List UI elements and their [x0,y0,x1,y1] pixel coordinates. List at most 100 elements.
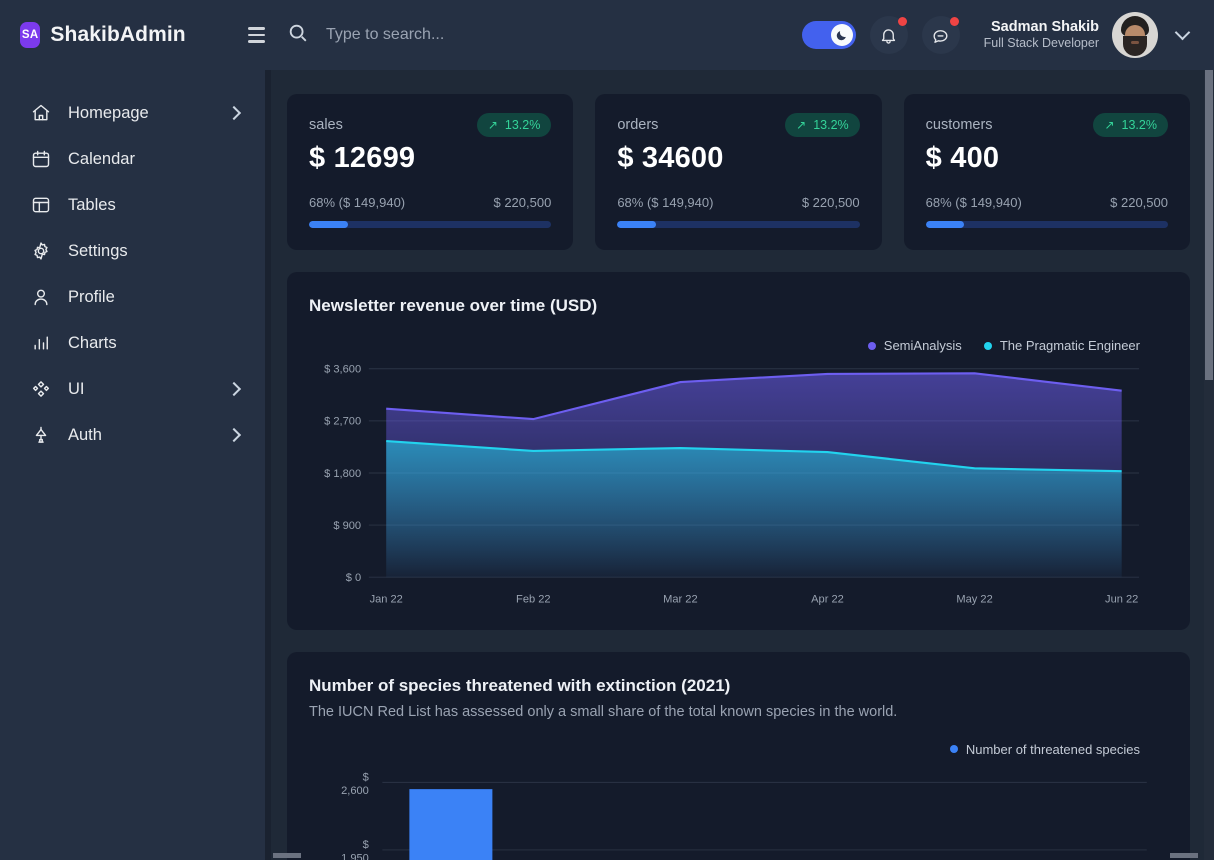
legend-item-pragmatic-engineer[interactable]: The Pragmatic Engineer [983,338,1140,353]
hamburger-menu-icon[interactable] [247,27,265,43]
species-chart-title: Number of species threatened with extinc… [309,675,731,695]
stat-sub-right: $ 220,500 [1110,195,1168,210]
species-chart-subtitle: The IUCN Red List has assessed only a sm… [309,703,898,720]
sidebar-item-homepage[interactable]: Homepage [0,90,265,136]
stat-label: sales [309,117,343,133]
sidebar-item-profile[interactable]: Profile [0,274,265,320]
notification-dot-badge [897,17,907,26]
notifications-button[interactable] [869,16,908,54]
stat-subline: 68% ($ 149,940) $ 220,500 [309,195,551,210]
svg-text:$ 1,800: $ 1,800 [324,468,361,480]
chevron-right-icon [226,381,242,397]
stat-card-orders: orders ↗ 13.2% $ 34600 68% ($ 149,940) $… [595,94,882,250]
svg-text:$: $ [363,771,369,783]
sidebar-item-calendar[interactable]: Calendar [0,136,265,182]
svg-text:Jan 22: Jan 22 [370,593,403,605]
svg-text:Feb 22: Feb 22 [516,593,551,605]
sidebar-item-tables[interactable]: Tables [0,182,265,228]
svg-text:2,600: 2,600 [341,785,369,797]
sidebar-item-ui[interactable]: UI [0,366,265,412]
stat-sub-right: $ 220,500 [801,195,860,210]
stat-card-header: orders ↗ 13.2% [617,113,860,137]
user-icon [30,286,52,308]
svg-text:Jun 22: Jun 22 [1105,593,1138,605]
stat-sub-left: 68% ($ 149,940) [309,195,406,210]
stat-card-header: customers ↗ 13.2% [926,113,1168,137]
svg-text:$ 2,700: $ 2,700 [324,416,361,428]
sidebar-item-label: Settings [68,241,128,260]
stat-sub-left: 68% ($ 149,940) [617,195,714,210]
stat-label: customers [925,117,993,133]
avatar[interactable] [1112,12,1158,58]
sidebar-item-settings[interactable]: Settings [0,228,265,274]
stat-badge-value: 13.2% [1121,118,1157,132]
legend-label: The Pragmatic Engineer [999,338,1140,353]
stat-badge-value: 13.2% [813,118,849,132]
page-title: Newsletter revenue over time (USD) [309,296,598,315]
trend-up-icon: ↗ [1104,118,1115,132]
progress-bar [309,221,552,228]
stat-sub-right: $ 220,500 [493,195,552,210]
sidebar: SA ShakibAdmin Homepage Calendar Tables … [0,0,265,860]
scrollbar-thumb[interactable] [1205,70,1213,380]
progress-bar-fill [925,221,965,228]
area-chart-svg: $ 0 $ 900 $ 1,800 $ 2,700 $ 3,600 Jan 22 Feb 2… [324,364,1140,605]
search-bar[interactable] [287,22,788,49]
content-left-edge [265,70,271,860]
stat-subline: 68% ($ 149,940) $ 220,500 [617,195,859,210]
chevron-right-icon [226,427,242,443]
sidebar-item-label: UI [68,379,85,398]
horizontal-scrollbar-left[interactable] [273,853,301,858]
messages-button[interactable] [921,16,960,54]
stat-subline: 68% ($ 149,940) $ 220,500 [926,195,1168,210]
user-info: Sadman Shakib Full Stack Developer [984,18,1099,52]
progress-bar-fill [617,221,657,228]
theme-toggle[interactable] [801,21,856,49]
chevron-down-icon[interactable] [1174,24,1191,41]
content-scroll-area: sales ↗ 13.2% $ 12699 68% ($ 149,940) $ … [265,70,1214,860]
gear-icon [30,240,52,262]
svg-text:$ 3,600: $ 3,600 [324,364,361,376]
vertical-scrollbar[interactable] [1204,70,1214,860]
legend-item-threatened-species[interactable]: Number of threatened species [949,742,1140,757]
horizontal-scrollbar-right[interactable] [1170,853,1198,858]
lamp-icon [30,424,52,446]
sidebar-item-label: Tables [68,195,116,214]
table-icon [30,194,52,216]
calendar-icon [30,148,52,170]
legend-item-semianalysis[interactable]: SemiAnalysis [867,338,962,353]
diamonds-icon [30,378,52,400]
sidebar-item-label: Auth [68,425,102,444]
stat-sub-left: 68% ($ 149,940) [925,195,1022,210]
status-badge: ↗ 13.2% [1093,113,1168,137]
svg-text:Mar 22: Mar 22 [663,593,697,605]
search-icon [287,22,309,49]
stat-badge-value: 13.2% [504,118,541,132]
legend-dot [867,341,876,350]
sidebar-item-charts[interactable]: Charts [0,320,265,366]
area-chart[interactable]: $ 0 $ 900 $ 1,800 $ 2,700 $ 3,600 Jan 22 Feb 2… [309,361,1168,612]
legend-label: SemiAnalysis [883,338,962,353]
legend-dot [983,341,992,350]
svg-text:May 22: May 22 [956,593,992,605]
trend-up-icon: ↗ [487,118,498,132]
brand[interactable]: SA ShakibAdmin [0,0,265,70]
user-menu[interactable]: Sadman Shakib Full Stack Developer [984,12,1191,58]
search-input[interactable] [326,26,666,44]
bar-chart-legend: Number of threatened species [309,742,1168,757]
sidebar-item-label: Charts [68,333,117,352]
status-badge: ↗ 13.2% [476,113,552,137]
bar-chart[interactable]: $2,600 $1,950 [309,765,1168,860]
sidebar-item-auth[interactable]: Auth [0,412,265,458]
svg-text:$: $ [363,839,369,851]
revenue-chart-panel: Newsletter revenue over time (USD) SemiA… [287,272,1190,630]
sidebar-item-label: Calendar [68,149,135,168]
progress-bar [925,221,1168,228]
status-badge: ↗ 13.2% [785,113,860,137]
home-icon [30,102,52,124]
user-name: Sadman Shakib [991,19,1099,36]
sidebar-nav: Homepage Calendar Tables Settings Profil… [0,90,265,458]
svg-text:$ 900: $ 900 [333,520,361,532]
moon-icon [830,24,853,46]
stats-row: sales ↗ 13.2% $ 12699 68% ($ 149,940) $ … [287,94,1190,250]
